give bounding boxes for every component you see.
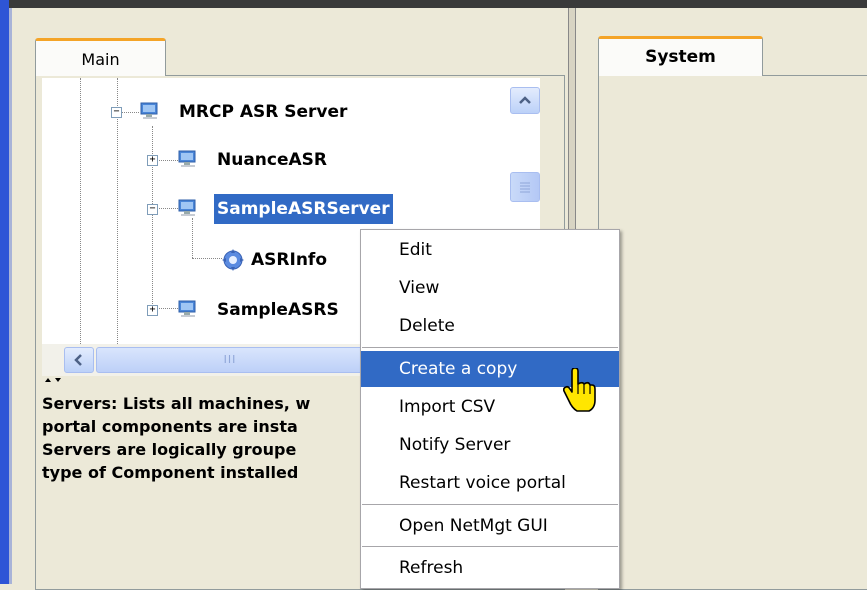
server-monitor-icon xyxy=(178,199,196,216)
description-text: Servers: Lists all machines, w portal co… xyxy=(42,392,367,512)
expand-icon[interactable]: + xyxy=(147,155,158,166)
menu-separator xyxy=(362,347,618,348)
menu-item-open-netmgt-gui[interactable]: Open NetMgt GUI xyxy=(361,508,619,544)
chevron-left-icon xyxy=(74,354,82,366)
tree-node-label: SampleASRS xyxy=(217,300,339,320)
tree-connector-line xyxy=(192,258,222,259)
expand-icon[interactable]: + xyxy=(147,305,158,316)
horizontal-scroll-thumb[interactable]: III xyxy=(96,347,364,373)
server-monitor-icon xyxy=(178,300,196,317)
description-line: type of Component installed xyxy=(42,463,299,482)
menu-item-delete[interactable]: Delete xyxy=(361,308,619,344)
tree-node-sampleasrserver[interactable]: − SampleASRServer xyxy=(142,194,442,224)
chevron-up-icon xyxy=(519,96,531,104)
tree-node-label: ASRInfo xyxy=(251,250,327,270)
window-top-border xyxy=(0,0,867,8)
description-line: portal components are insta xyxy=(42,417,298,436)
menu-separator xyxy=(362,546,618,547)
menu-item-view[interactable]: View xyxy=(361,270,619,306)
tree-node-mrcp-asr-server[interactable]: − MRCP ASR Server xyxy=(106,98,446,126)
gear-icon xyxy=(222,249,244,271)
window-left-border-inner xyxy=(9,8,12,584)
menu-item-notify-server[interactable]: Notify Server xyxy=(361,427,619,463)
menu-item-refresh[interactable]: Refresh xyxy=(361,550,619,586)
tree-node-label: NuanceASR xyxy=(217,150,328,170)
hand-cursor-icon xyxy=(563,368,596,412)
system-panel xyxy=(598,75,867,590)
collapse-icon[interactable]: − xyxy=(147,204,158,215)
description-line: Servers: Lists all machines, w xyxy=(42,394,311,413)
menu-item-edit[interactable]: Edit xyxy=(361,232,619,268)
tab-main[interactable]: Main xyxy=(35,38,166,76)
tree-node-label: SampleASRServer xyxy=(214,194,393,224)
collapse-icon[interactable]: − xyxy=(111,107,122,118)
menu-separator xyxy=(362,504,618,505)
description-line: Servers are logically groupe xyxy=(42,440,297,459)
tab-system[interactable]: System xyxy=(598,36,763,76)
scroll-up-button[interactable] xyxy=(510,87,540,114)
menu-item-restart-voice-portal[interactable]: Restart voice portal xyxy=(361,465,619,501)
split-arrows-icon[interactable] xyxy=(42,377,66,389)
window-left-border xyxy=(0,0,9,584)
tree-connector-line xyxy=(192,218,193,258)
scroll-grip-icon xyxy=(520,182,530,193)
server-monitor-icon xyxy=(178,150,196,167)
server-monitor-icon xyxy=(140,102,158,119)
vertical-scroll-thumb[interactable] xyxy=(510,172,540,202)
tree-connector-line xyxy=(80,78,81,344)
scroll-left-button[interactable] xyxy=(64,347,94,373)
tree-node-label: MRCP ASR Server xyxy=(179,102,348,122)
tree-node-nuanceasr[interactable]: + NuanceASR xyxy=(142,146,442,174)
